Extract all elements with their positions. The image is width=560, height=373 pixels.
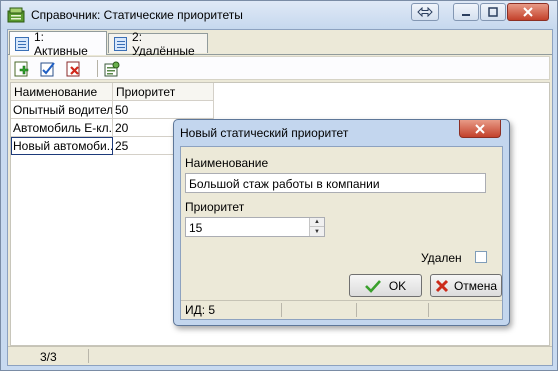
- status-bar: 3/3: [8, 346, 552, 365]
- deleted-checkbox[interactable]: [475, 251, 487, 263]
- cancel-button[interactable]: Отмена: [430, 274, 502, 297]
- column-header-name[interactable]: Наименование: [11, 83, 113, 101]
- close-button[interactable]: [507, 3, 549, 21]
- status-divider: [356, 303, 357, 317]
- minimize-button[interactable]: [453, 3, 479, 21]
- cell-name[interactable]: Опытный водитель: [11, 100, 113, 119]
- priority-value: 15: [189, 221, 203, 235]
- delete-button[interactable]: [65, 60, 83, 78]
- grid-header-row: Наименование Приоритет: [11, 83, 214, 101]
- tab-deleted[interactable]: 2: Удалённые: [108, 30, 208, 58]
- tab-active[interactable]: 1: Активные: [9, 29, 107, 58]
- cell-name-selected[interactable]: Новый автомоби...: [11, 136, 113, 155]
- edit-icon: [40, 62, 55, 77]
- cancel-label: Отмена: [453, 278, 498, 293]
- minimize-icon: [462, 14, 470, 16]
- tab-deleted-label: 2: Удалённые: [132, 29, 195, 58]
- priority-stepper[interactable]: 15 ▲ ▼: [185, 217, 325, 237]
- cancel-x-icon: [435, 279, 449, 292]
- list-icon: [114, 36, 128, 51]
- properties-button[interactable]: [103, 60, 121, 78]
- maximize-icon: [488, 7, 498, 17]
- priority-dialog: Новый статический приоритет Наименование…: [173, 119, 510, 326]
- restore-arrows-button[interactable]: [411, 3, 439, 21]
- toolbar-separator: [97, 60, 98, 77]
- dialog-close-button[interactable]: [459, 120, 501, 138]
- cell-priority[interactable]: 50: [112, 100, 214, 119]
- edit-button[interactable]: [39, 60, 57, 78]
- delete-icon: [66, 61, 80, 77]
- resize-arrows-icon: [417, 7, 433, 17]
- close-icon: [475, 123, 485, 134]
- dialog-client-area: Наименование Большой стаж работы в компа…: [180, 146, 503, 320]
- deleted-label: Удален: [421, 251, 462, 265]
- toolbar: [10, 56, 550, 80]
- tab-active-label: 1: Активные: [33, 29, 88, 58]
- name-input[interactable]: Большой стаж работы в компании: [185, 173, 486, 193]
- app-icon: [7, 7, 25, 23]
- dialog-status-bar: ИД: 5: [181, 300, 502, 319]
- spin-up-icon[interactable]: ▲: [310, 218, 324, 227]
- add-icon: [14, 61, 29, 77]
- ok-label: OK: [388, 278, 407, 293]
- close-icon: [523, 7, 533, 17]
- table-row[interactable]: Опытный водитель 50: [11, 100, 214, 119]
- cell-name[interactable]: Автомобиль Е-кл...: [11, 118, 113, 137]
- window-title: Справочник: Статические приоритеты: [31, 8, 243, 22]
- status-divider: [281, 303, 282, 317]
- add-button[interactable]: [13, 60, 31, 78]
- column-header-priority[interactable]: Приоритет: [112, 83, 214, 101]
- priority-label: Приоритет: [185, 200, 245, 214]
- spin-down-icon[interactable]: ▼: [310, 227, 324, 236]
- status-divider: [428, 303, 429, 317]
- list-icon: [15, 36, 29, 51]
- maximize-button[interactable]: [480, 3, 506, 21]
- spinner: ▲ ▼: [309, 218, 324, 236]
- tab-strip: 1: Активные 2: Удалённые: [8, 29, 552, 58]
- record-id: ИД: 5: [185, 303, 216, 317]
- status-divider: [88, 349, 89, 363]
- properties-icon: [104, 61, 120, 77]
- record-count: 3/3: [40, 350, 57, 364]
- name-label: Наименование: [185, 156, 269, 170]
- dialog-title: Новый статический приоритет: [180, 126, 349, 140]
- title-bar[interactable]: Справочник: Статические приоритеты: [1, 1, 557, 29]
- checkmark-icon: [364, 279, 381, 293]
- ok-button[interactable]: OK: [349, 274, 422, 297]
